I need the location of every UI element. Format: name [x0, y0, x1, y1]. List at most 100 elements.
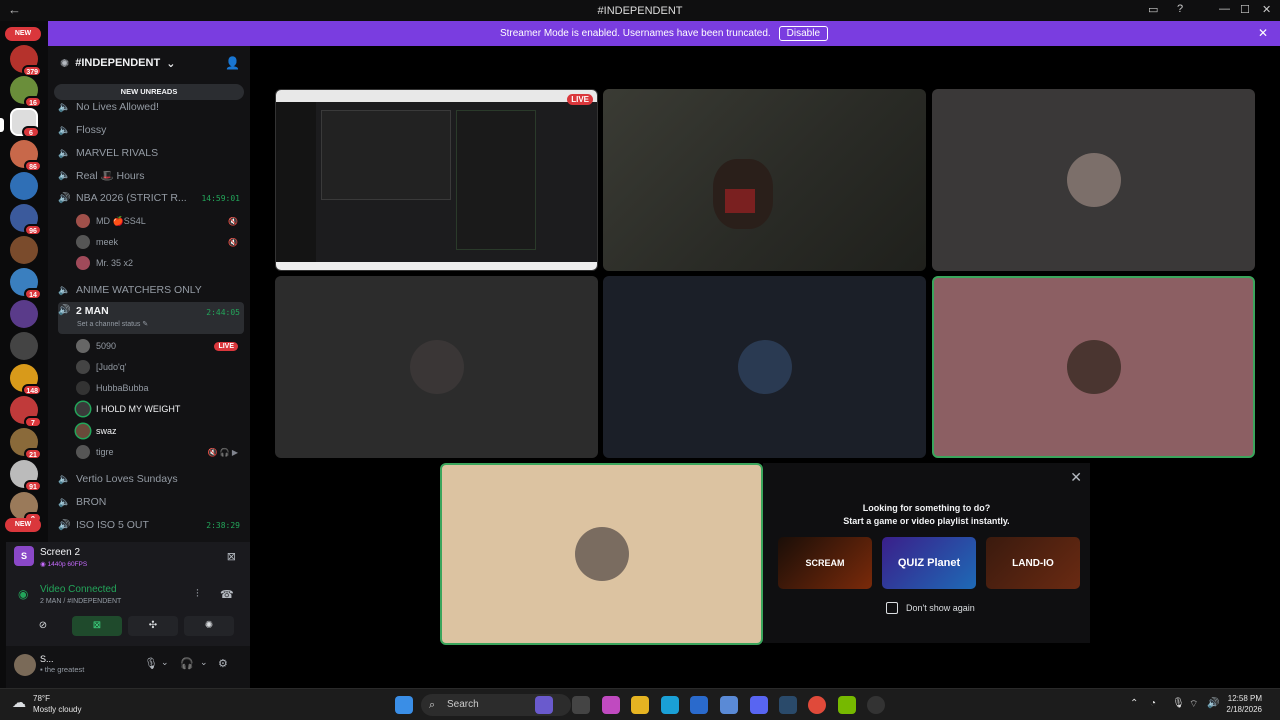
server-icon[interactable]	[10, 332, 38, 360]
minimize-button[interactable]: —	[1219, 3, 1230, 15]
activity-headline: Looking for something to do?	[862, 503, 991, 513]
voice-user[interactable]: 5090 LIVE	[76, 337, 244, 355]
soundboard-button[interactable]: ✺	[184, 616, 234, 636]
server-icon[interactable]	[10, 300, 38, 328]
participant-tile-speaking[interactable]	[932, 276, 1255, 458]
voice-channel-nba[interactable]: 🔊 NBA 2026 (STRICT R... 14:59:01	[58, 188, 244, 208]
app-icon[interactable]	[867, 696, 885, 714]
stream-tile-desktop[interactable]: LIVE	[275, 89, 598, 271]
voice-user-speaking[interactable]: swaz	[76, 422, 244, 440]
chevron-down-icon[interactable]: ⌄	[161, 657, 169, 668]
cloud-icon[interactable]: ☁	[12, 694, 26, 711]
server-icon[interactable]: 91	[10, 460, 42, 492]
close-button[interactable]: ✕	[1262, 3, 1271, 16]
noise-suppression-icon[interactable]: ⫶	[196, 588, 199, 601]
maximize-button[interactable]: ☐	[1240, 3, 1250, 16]
new-badge-bottom[interactable]: NEW	[5, 518, 41, 532]
server-icon-selected[interactable]: 6	[10, 108, 40, 138]
voice-user[interactable]: [Judo'q'	[76, 358, 244, 376]
participant-tile[interactable]	[603, 276, 926, 458]
dont-show-again-checkbox[interactable]	[886, 602, 898, 614]
voice-user-speaking[interactable]: I HOLD MY WEIGHT	[76, 400, 244, 418]
voice-user[interactable]: Mr. 35 x2	[76, 254, 244, 272]
discord-icon[interactable]	[750, 696, 768, 714]
invite-user-icon[interactable]: 👤	[225, 56, 240, 70]
weather-widget[interactable]: 78°F Mostly cloudy	[33, 693, 81, 715]
channel-status: Set a channel status ✎	[77, 321, 149, 328]
server-icon[interactable]: 96	[10, 204, 42, 236]
headphones-icon[interactable]: 🎧	[180, 657, 194, 670]
game-card-quiz-planet[interactable]: QUIZ Planet	[882, 537, 976, 589]
disconnect-icon[interactable]: ☎	[220, 588, 234, 601]
server-icon[interactable]: 21	[10, 428, 42, 460]
game-card-scream[interactable]: SCREAM	[778, 537, 872, 589]
server-icon[interactable]: 14	[10, 268, 42, 300]
server-icon[interactable]	[10, 172, 38, 200]
file-explorer-icon[interactable]	[631, 696, 649, 714]
camera-off-button[interactable]: ⊘	[18, 616, 68, 636]
network-icon[interactable]: ◔	[1150, 698, 1156, 709]
signal-icon[interactable]: ◉	[18, 587, 28, 601]
new-badge-top[interactable]: NEW	[5, 27, 41, 41]
close-icon[interactable]: ✕	[1070, 469, 1082, 486]
server-icon[interactable]: 86	[10, 140, 42, 172]
microphone-icon[interactable]: 🎙	[144, 657, 158, 670]
voice-channel[interactable]: 🔈 Real 🎩 Hours	[58, 165, 244, 185]
game-card-land-io[interactable]: LAND-IO	[986, 537, 1080, 589]
windows-start-icon[interactable]	[395, 696, 413, 714]
microphone-icon[interactable]: 🎙	[1172, 698, 1185, 709]
activities-button[interactable]: ✣	[128, 616, 178, 636]
voice-channel[interactable]: 🔈 Flossy	[58, 120, 244, 140]
gear-icon[interactable]: ⚙	[218, 657, 228, 670]
voice-connection-status[interactable]: Video Connected	[40, 584, 117, 595]
server-icon[interactable]: 7	[10, 396, 42, 428]
chevron-up-icon[interactable]: ⌃	[1130, 698, 1138, 709]
avatar	[76, 360, 90, 374]
nvidia-icon[interactable]	[838, 696, 856, 714]
volume-icon[interactable]: 🔊	[1207, 698, 1219, 709]
close-icon[interactable]: ✕	[1258, 26, 1268, 40]
avatar[interactable]	[14, 654, 36, 676]
voice-channel[interactable]: 🔈 MARVEL RIVALS	[58, 143, 244, 163]
voice-user[interactable]: MD 🍎SS4L 🔇	[76, 212, 244, 230]
dont-show-again-label[interactable]: Don't show again	[906, 603, 975, 613]
help-icon[interactable]: ?	[1177, 3, 1183, 15]
stream-tile-game[interactable]	[603, 89, 926, 271]
steam-icon[interactable]	[779, 696, 797, 714]
voice-channel-2man[interactable]: 🔊 2 MAN 2:44:05 Set a channel status ✎	[58, 302, 244, 334]
voice-user[interactable]: HubbaBubba	[76, 379, 244, 397]
voice-channel[interactable]: 🔈 ANIME WATCHERS ONLY	[58, 280, 244, 300]
wifi-icon[interactable]: ⌔	[1189, 698, 1198, 711]
voice-channel[interactable]: 🔊 ISO ISO 5 OUT 2:38:29	[58, 515, 244, 535]
participant-tile[interactable]	[932, 89, 1255, 271]
server-icon[interactable]: 148	[10, 364, 42, 396]
participant-tile-speaking[interactable]	[440, 463, 763, 645]
store-icon[interactable]	[690, 696, 708, 714]
server-icon[interactable]: 16	[10, 76, 42, 108]
server-header[interactable]: ✺ #INDEPENDENT ⌄ 👤	[48, 46, 250, 80]
widgets-icon[interactable]	[602, 696, 620, 714]
participant-tile[interactable]	[275, 276, 598, 458]
chrome-icon[interactable]	[808, 696, 826, 714]
voice-channel[interactable]: 🔈 No Lives Allowed!	[58, 97, 244, 117]
avatar	[76, 214, 90, 228]
system-clock[interactable]: 12:58 PM 2/18/2026	[1226, 693, 1262, 715]
inbox-icon[interactable]: ▭	[1148, 3, 1158, 16]
avatar	[76, 424, 90, 438]
voice-channel[interactable]: 🔈 BRON	[58, 492, 244, 512]
task-view-icon[interactable]	[572, 696, 590, 714]
voice-user[interactable]: meek 🔇	[76, 233, 244, 251]
server-icon[interactable]	[10, 236, 38, 264]
server-icon[interactable]: 379	[10, 45, 42, 77]
voice-user[interactable]: tigre 🔇 🎧 ▶	[76, 443, 244, 461]
chevron-down-icon[interactable]: ⌄	[200, 657, 208, 668]
app-icon[interactable]	[720, 696, 738, 714]
disable-streamer-mode-button[interactable]: Disable	[778, 26, 829, 41]
stop-stream-icon[interactable]: ⊠	[227, 550, 236, 563]
voice-location[interactable]: 2 MAN / #INDEPENDENT	[40, 598, 121, 605]
username[interactable]: S...	[40, 654, 54, 664]
edge-icon[interactable]	[661, 696, 679, 714]
server-icon[interactable]: 9	[10, 492, 42, 524]
voice-channel[interactable]: 🔈 Vertio Loves Sundays	[58, 469, 244, 489]
screen-share-button[interactable]: ⊠	[72, 616, 122, 636]
